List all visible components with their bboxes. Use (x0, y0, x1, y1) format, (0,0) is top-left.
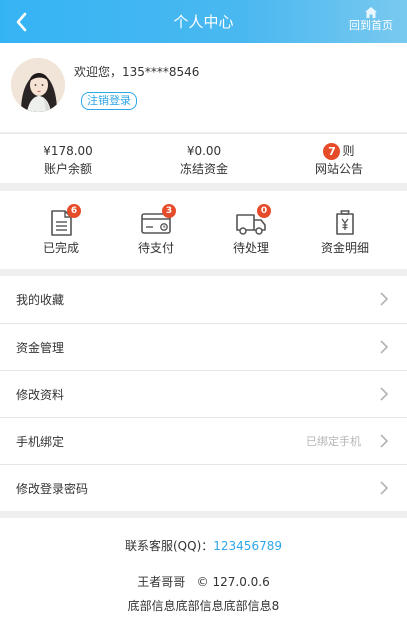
money-bag-icon (336, 210, 354, 235)
avatar-image (11, 58, 65, 112)
pending-payment-badge: 3 (162, 204, 176, 218)
frozen-funds-value: ¥0.00 (186, 144, 222, 158)
settings-menu: 我的收藏 资金管理 修改资料 手机绑定 已绑定手机 修改登录密码 (0, 276, 407, 511)
completed-badge: 6 (67, 204, 81, 218)
menu-item-label: 修改登录密码 (16, 482, 89, 496)
menu-item-phone-binding[interactable]: 手机绑定 已绑定手机 (0, 417, 407, 464)
menu-item-change-password[interactable]: 修改登录密码 (0, 464, 407, 511)
contact-label: 联系客服(QQ)： (125, 539, 214, 553)
shortcut-completed-label: 已完成 (42, 241, 79, 255)
phone-binding-status: 已绑定手机 (306, 435, 361, 448)
order-shortcuts: 6 已完成 3 待支付 0 待处理 资金明细 (0, 191, 407, 269)
frozen-funds-stat[interactable]: ¥0.00 冻结资金 (136, 142, 272, 178)
chevron-right-icon (380, 481, 389, 495)
home-link[interactable]: 回到首页 (345, 7, 397, 32)
contact-line: 联系客服(QQ)：123456789 (0, 537, 407, 554)
menu-item-label: 我的收藏 (16, 293, 65, 307)
account-stats: ¥178.00 账户余额 ¥0.00 冻结资金 7 则 网站公告 (0, 133, 407, 183)
home-icon (365, 7, 377, 18)
menu-item-label: 修改资料 (16, 388, 65, 402)
avatar[interactable] (11, 58, 65, 112)
menu-item-label: 资金管理 (16, 341, 65, 355)
balance-value: ¥178.00 (43, 144, 93, 158)
header-bar: 个人中心 回到首页 (0, 0, 407, 43)
shortcut-processing-label: 待处理 (232, 241, 269, 255)
shortcut-completed[interactable]: 6 已完成 (13, 204, 109, 256)
chevron-right-icon (380, 340, 389, 354)
shortcut-pending-payment[interactable]: 3 待支付 (108, 204, 204, 256)
shortcut-processing[interactable]: 0 待处理 (203, 204, 299, 256)
shortcut-pending-payment-label: 待支付 (137, 241, 174, 255)
notice-stat[interactable]: 7 则 网站公告 (271, 142, 407, 178)
notice-unit: 则 (342, 144, 355, 158)
page-footer: 联系客服(QQ)：123456789 王者哥哥 © 127.0.0.6 底部信息… (0, 518, 407, 629)
balance-label: 账户余额 (43, 162, 92, 176)
copyright-text: 王者哥哥 © 127.0.0.6 (137, 575, 270, 589)
chevron-right-icon (380, 434, 389, 448)
shortcut-fund-details[interactable]: 资金明细 (297, 209, 393, 256)
frozen-funds-label: 冻结资金 (179, 162, 228, 176)
profile-card: 欢迎您，135****8546 注销登录 (0, 43, 407, 132)
menu-item-label: 手机绑定 (16, 435, 65, 449)
menu-item-edit-profile[interactable]: 修改资料 (0, 370, 407, 417)
home-label: 回到首页 (349, 19, 393, 32)
welcome-text: 欢迎您，135****8546 (74, 65, 200, 79)
balance-stat[interactable]: ¥178.00 账户余额 (0, 142, 136, 178)
shortcut-fund-details-label: 资金明细 (320, 241, 369, 255)
footer-info: 底部信息底部信息底部信息8 (127, 599, 280, 613)
contact-qq-link[interactable]: 123456789 (213, 539, 282, 553)
chevron-right-icon (380, 387, 389, 401)
menu-item-fund-management[interactable]: 资金管理 (0, 323, 407, 370)
menu-item-favorites[interactable]: 我的收藏 (0, 276, 407, 323)
notice-label: 网站公告 (314, 162, 363, 176)
logout-button[interactable]: 注销登录 (81, 92, 137, 110)
chevron-right-icon (380, 292, 389, 306)
processing-badge: 0 (257, 204, 271, 218)
notice-count: 7 (323, 142, 341, 160)
